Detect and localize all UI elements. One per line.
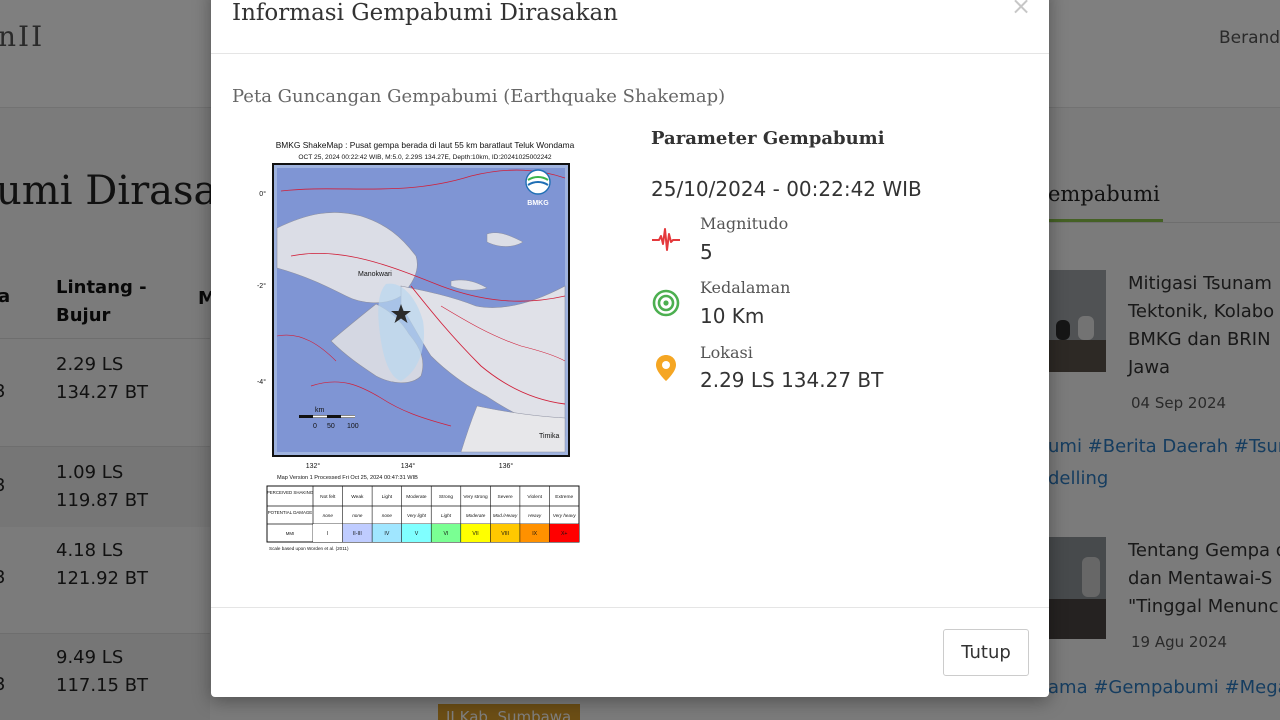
close-button[interactable]: Tutup [943,629,1029,676]
legend-shaking-label: Weak [351,494,364,500]
legend-damage-label: none [352,513,363,518]
lon-tick: 134° [401,462,416,470]
svg-text:km: km [315,407,325,414]
depth-label: Kedalaman [700,278,791,297]
modal-title: Informasi Gempabumi Dirasakan [232,0,618,26]
legend-shaking-label: Very strong [463,494,488,500]
legend-mmi-label: IV [384,531,389,537]
shakemap-heading: BMKG ShakeMap : Pusat gempa berada di la… [276,140,575,150]
depth-target-icon [652,289,680,317]
lon-tick: 136° [499,462,514,470]
earthquake-info-modal: Informasi Gempabumi Dirasakan × Peta Gun… [211,0,1049,697]
legend-mmi-label: VIII [501,531,509,537]
parameters-title: Parameter Gempabumi [651,128,885,149]
legend-shaking-label: Extreme [555,494,573,500]
shakemap-section-title: Peta Guncangan Gempabumi (Earthquake Sha… [232,86,726,107]
legend-row-label: MMI [286,531,295,536]
legend-mmi-label: I [327,531,328,537]
lat-tick: -4° [257,378,266,386]
map-label-manokwari: Manokwari [358,271,392,278]
legend-shaking-label: Strong [439,494,453,500]
svg-text:100: 100 [347,423,359,430]
location-pin-icon [656,355,676,381]
legend-damage-label: Very heavy [553,513,577,518]
legend-damage-label: none [382,513,393,518]
legend-row-label: PERCEIVED SHAKING [267,490,314,495]
legend-damage-label: Very light [407,513,427,518]
svg-text:BMKG: BMKG [527,200,549,207]
legend-shaking-label: Moderate [406,494,427,500]
location-value: 2.29 LS 134.27 BT [700,368,884,392]
lat-tick: 0° [259,190,266,198]
legend-shaking-label: Severe [498,494,514,500]
mmi-legend-table: PERCEIVED SHAKING POTENTIAL DAMAGE MMI N… [266,485,580,543]
legend-damage-label: Moderate [466,513,486,518]
legend-mmi-label: II-III [353,531,362,537]
magnitude-label: Magnitudo [700,214,789,233]
depth-value: 10 Km [700,304,765,328]
map-label-timika: Timika [539,433,559,440]
shakemap-subheading: OCT 25, 2024 00:22:42 WIB, M:5.0, 2.29S … [298,154,552,161]
legend-damage-label: Light [441,513,452,518]
legend-footnote: Scale based upon Worden et al. (2011) [269,546,349,551]
legend-mmi-label: VII [472,531,478,537]
seismograph-icon [652,228,680,251]
svg-text:50: 50 [327,423,335,430]
legend-mmi-label: X+ [561,531,568,537]
shakemap-image[interactable]: BMKG ShakeMap : Pusat gempa berada di la… [251,136,591,552]
modal-header: Informasi Gempabumi Dirasakan × [211,0,1049,54]
lon-tick: 132° [306,462,321,470]
location-label: Lokasi [700,343,753,362]
legend-shaking-label: Violent [527,494,542,500]
legend-mmi-label: VI [444,531,449,537]
close-icon[interactable]: × [1011,0,1031,18]
lat-tick: -2° [257,282,266,290]
legend-damage-label: Heavy [528,513,542,518]
legend-shaking-label: Not felt [320,494,336,500]
legend-mmi-label: IX [532,531,537,537]
legend-damage-label: none [323,513,334,518]
legend-shaking-label: Light [382,494,393,500]
bmkg-logo-icon: BMKG [525,169,551,207]
event-datetime: 25/10/2024 - 00:22:42 WIB [651,177,922,201]
legend-mmi-label: V [415,531,419,537]
magnitude-value: 5 [700,240,713,264]
svg-text:0: 0 [313,423,317,430]
map-version: Map Version 1 Processed Fri Oct 25, 2024… [277,475,418,481]
legend-row-label: POTENTIAL DAMAGE [268,510,313,515]
legend-damage-label: Mod./Heavy [493,513,518,518]
modal-footer-divider [211,607,1049,608]
